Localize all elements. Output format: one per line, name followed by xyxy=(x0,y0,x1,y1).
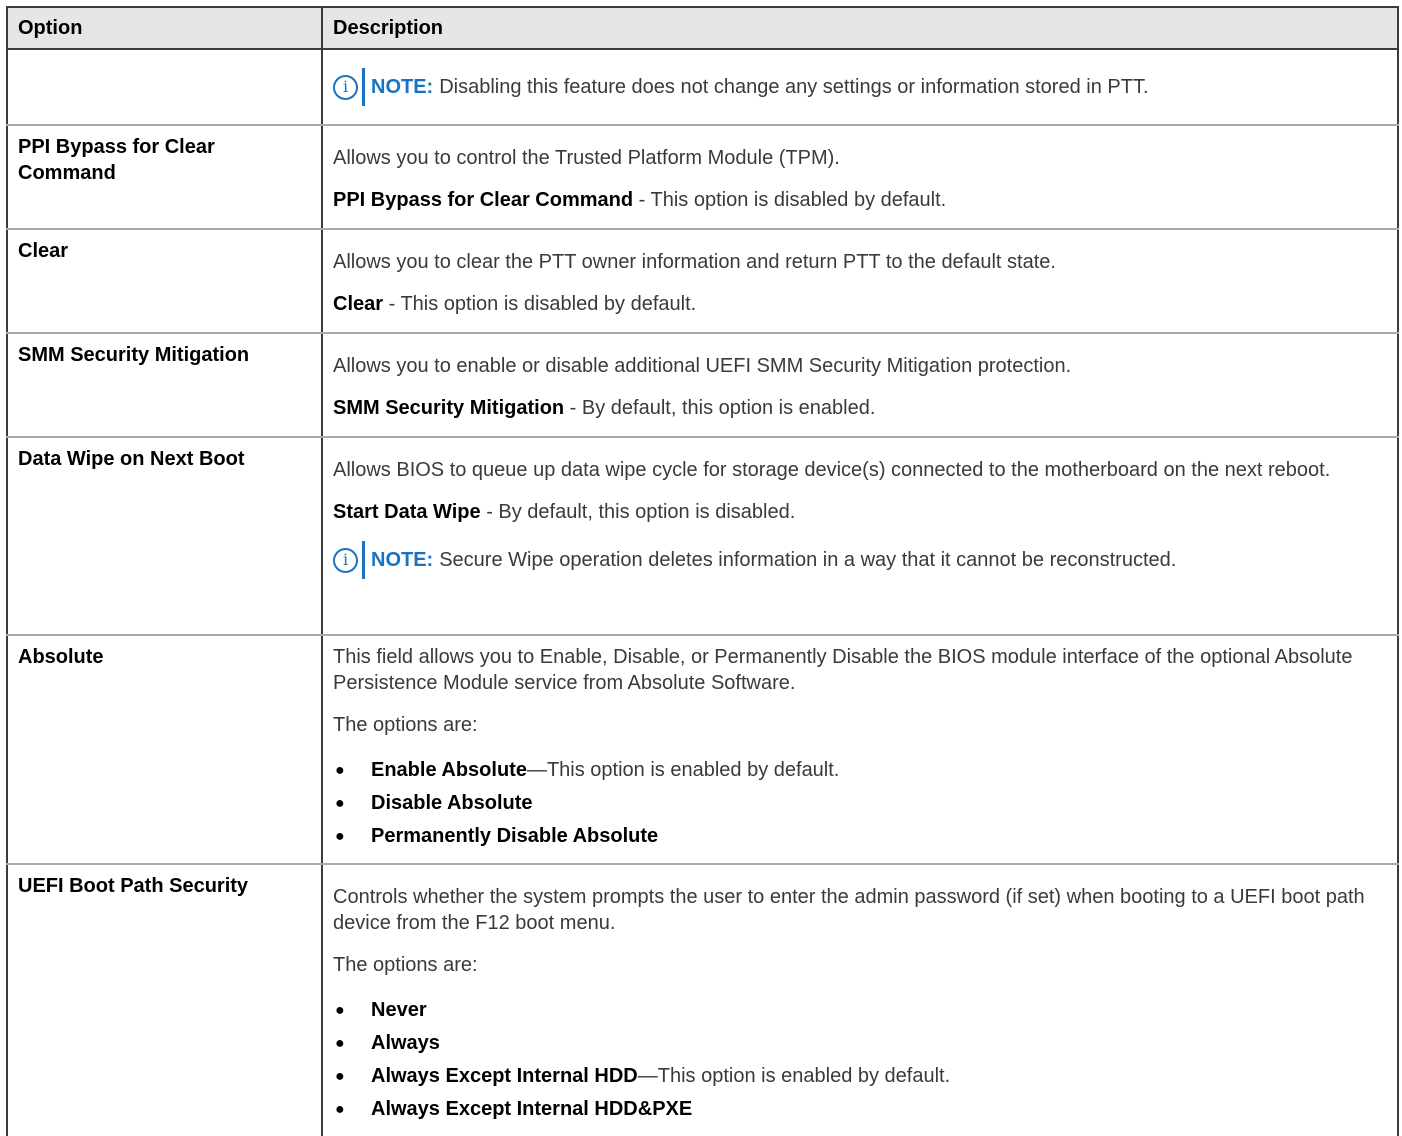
note-label: NOTE: xyxy=(371,76,434,98)
table-header-row: Option Description xyxy=(6,6,1399,50)
description-cell: Allows you to clear the PTT owner inform… xyxy=(321,229,1399,334)
description-text: Controls whether the system prompts the … xyxy=(333,886,1365,934)
option-cell: Data Wipe on Next Boot xyxy=(6,437,323,636)
item-name: Never xyxy=(371,999,427,1021)
option-cell: Absolute xyxy=(6,635,323,865)
description-text: Allows you to control the Trusted Platfo… xyxy=(333,147,840,169)
description-text: This field allows you to Enable, Disable… xyxy=(333,646,1353,694)
bios-options-table: Option Description i NOTE: Disabling thi… xyxy=(6,6,1399,1136)
list-item: Enable Absolute—This option is enabled b… xyxy=(333,754,1387,787)
table-row: Clear Allows you to clear the PTT owner … xyxy=(6,229,1399,334)
header-option: Option xyxy=(6,6,323,50)
setting-text: - This option is disabled by default. xyxy=(633,189,947,211)
setting-text: - By default, this option is disabled. xyxy=(480,501,796,523)
setting-line: Clear - This option is disabled by defau… xyxy=(333,291,1387,317)
setting-name: SMM Security Mitigation xyxy=(333,397,565,419)
note-label: NOTE: xyxy=(371,549,434,571)
note-divider xyxy=(362,68,365,106)
options-intro: The options are: xyxy=(333,714,478,736)
info-icon: i xyxy=(333,74,358,100)
setting-name: Clear xyxy=(333,293,384,315)
options-intro: The options are: xyxy=(333,954,478,976)
item-name: Always Except Internal HDD xyxy=(371,1065,638,1087)
table-row: PPI Bypass for Clear Command Allows you … xyxy=(6,125,1399,230)
list-item: Always Except Internal HDD—This option i… xyxy=(333,1060,1387,1093)
item-suffix: —This option is enabled by default. xyxy=(526,759,840,781)
table-row: SMM Security Mitigation Allows you to en… xyxy=(6,333,1399,438)
description-text: Allows BIOS to queue up data wipe cycle … xyxy=(333,459,1331,481)
setting-line: Start Data Wipe - By default, this optio… xyxy=(333,499,1387,525)
item-name: Permanently Disable Absolute xyxy=(371,825,659,847)
description-text: Allows you to enable or disable addition… xyxy=(333,355,1072,377)
setting-text: - By default, this option is enabled. xyxy=(564,397,876,419)
item-name: Always xyxy=(371,1032,440,1054)
list-item: Always Except Internal HDD&PXE xyxy=(333,1093,1387,1126)
description-cell: i NOTE: Disabling this feature does not … xyxy=(321,49,1399,126)
table-row: UEFI Boot Path Security Controls whether… xyxy=(6,864,1399,1136)
option-cell: SMM Security Mitigation xyxy=(6,333,323,438)
item-suffix: —This option is enabled by default. xyxy=(637,1065,951,1087)
option-cell: PPI Bypass for Clear Command xyxy=(6,125,323,230)
setting-line: SMM Security Mitigation - By default, th… xyxy=(333,395,1387,421)
description-cell: This field allows you to Enable, Disable… xyxy=(321,635,1399,865)
setting-name: PPI Bypass for Clear Command xyxy=(333,189,634,211)
option-cell xyxy=(6,49,323,126)
setting-line: PPI Bypass for Clear Command - This opti… xyxy=(333,187,1387,213)
options-list: Never Always Always Except Internal HDD—… xyxy=(333,994,1387,1126)
header-description: Description xyxy=(321,6,1399,50)
description-text: Allows you to clear the PTT owner inform… xyxy=(333,251,1056,273)
item-name: Enable Absolute xyxy=(371,759,527,781)
table-row: i NOTE: Disabling this feature does not … xyxy=(6,49,1399,126)
table-row: Absolute This field allows you to Enable… xyxy=(6,635,1399,865)
options-list: Enable Absolute—This option is enabled b… xyxy=(333,754,1387,853)
list-item: Permanently Disable Absolute xyxy=(333,820,1387,853)
setting-text: - This option is disabled by default. xyxy=(383,293,697,315)
option-cell: UEFI Boot Path Security xyxy=(6,864,323,1136)
list-item: Disable Absolute xyxy=(333,787,1387,820)
table-row: Data Wipe on Next Boot Allows BIOS to qu… xyxy=(6,437,1399,636)
list-item: Always xyxy=(333,1027,1387,1060)
setting-name: Start Data Wipe xyxy=(333,501,481,523)
note-text: Secure Wipe operation deletes informatio… xyxy=(439,549,1177,571)
info-icon: i xyxy=(333,547,358,573)
item-name: Always Except Internal HDD&PXE xyxy=(371,1098,693,1120)
option-cell: Clear xyxy=(6,229,323,334)
list-item: Never xyxy=(333,994,1387,1027)
description-cell: Allows BIOS to queue up data wipe cycle … xyxy=(321,437,1399,636)
description-cell: Allows you to enable or disable addition… xyxy=(321,333,1399,438)
note: i NOTE: Secure Wipe operation deletes in… xyxy=(333,541,1387,579)
description-cell: Allows you to control the Trusted Platfo… xyxy=(321,125,1399,230)
note-text: Disabling this feature does not change a… xyxy=(439,76,1149,98)
item-name: Disable Absolute xyxy=(371,792,533,814)
note: i NOTE: Disabling this feature does not … xyxy=(333,68,1387,106)
note-divider xyxy=(362,541,365,579)
description-cell: Controls whether the system prompts the … xyxy=(321,864,1399,1136)
